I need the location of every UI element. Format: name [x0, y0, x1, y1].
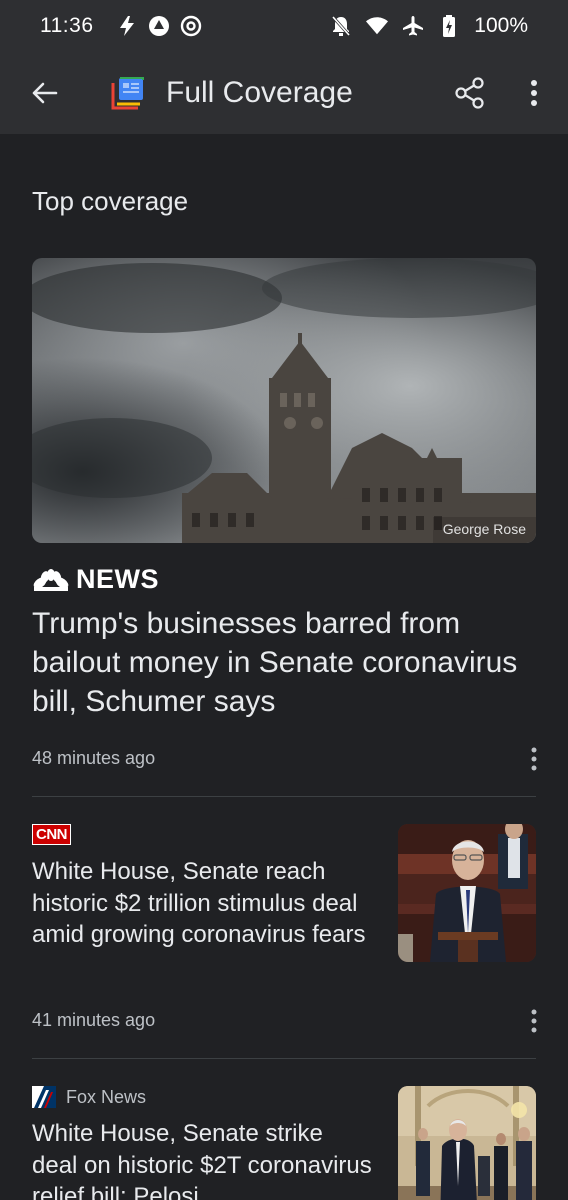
- notifications-off-icon: [330, 15, 352, 37]
- publisher-nbc: NEWS: [32, 564, 159, 595]
- article-headline[interactable]: Trump's businesses barred from bailout m…: [32, 604, 532, 721]
- airplane-icon: [402, 15, 424, 37]
- flash-icon: [116, 15, 138, 37]
- back-button[interactable]: [22, 71, 66, 115]
- arrow-back-icon: [32, 82, 58, 104]
- article-thumbnail[interactable]: [398, 1086, 536, 1200]
- share-icon: [455, 77, 484, 109]
- share-button[interactable]: [448, 71, 492, 115]
- publisher-fox: Fox News: [32, 1086, 146, 1108]
- more-vert-icon: [531, 80, 537, 106]
- status-bar: 11:36 100%: [0, 0, 568, 52]
- full-coverage-logo-icon: [110, 75, 146, 111]
- app-bar: Full Coverage: [0, 52, 568, 134]
- more-vert-icon: [531, 1009, 537, 1033]
- overflow-menu-button[interactable]: [512, 71, 556, 115]
- divider: [32, 796, 536, 797]
- cnn-logo: CNN: [32, 824, 71, 845]
- publisher-name: NEWS: [76, 564, 159, 594]
- section-title: Top coverage: [32, 186, 189, 216]
- sync-icon: [148, 15, 170, 37]
- article-more-button[interactable]: [520, 742, 548, 776]
- article-time: 48 minutes ago: [32, 748, 156, 768]
- publisher-name: Fox News: [66, 1086, 147, 1107]
- battery-percent: 100%: [474, 14, 528, 37]
- screen: 11:36 100% Full Coverage Top coverage Ge…: [0, 0, 568, 1200]
- fox-news-logo-icon: [32, 1086, 56, 1108]
- publisher-cnn: CNN: [32, 824, 71, 845]
- article-headline[interactable]: White House, Senate strike deal on histo…: [32, 1118, 372, 1200]
- status-time: 11:36: [40, 14, 94, 37]
- hero-image[interactable]: George Rose: [32, 258, 536, 543]
- article-headline[interactable]: White House, Senate reach historic $2 tr…: [32, 856, 372, 951]
- app-title: Full Coverage: [166, 76, 353, 109]
- article-time: 41 minutes ago: [32, 1010, 156, 1030]
- article-thumbnail[interactable]: [398, 824, 536, 962]
- more-vert-icon: [531, 747, 537, 771]
- wifi-icon: [366, 15, 389, 37]
- image-credit: George Rose: [432, 517, 536, 543]
- article-more-button[interactable]: [520, 1004, 548, 1038]
- nbc-peacock-icon: [33, 568, 69, 591]
- divider: [32, 1058, 536, 1059]
- at-icon: [180, 15, 202, 37]
- battery-charging-icon: [438, 15, 460, 37]
